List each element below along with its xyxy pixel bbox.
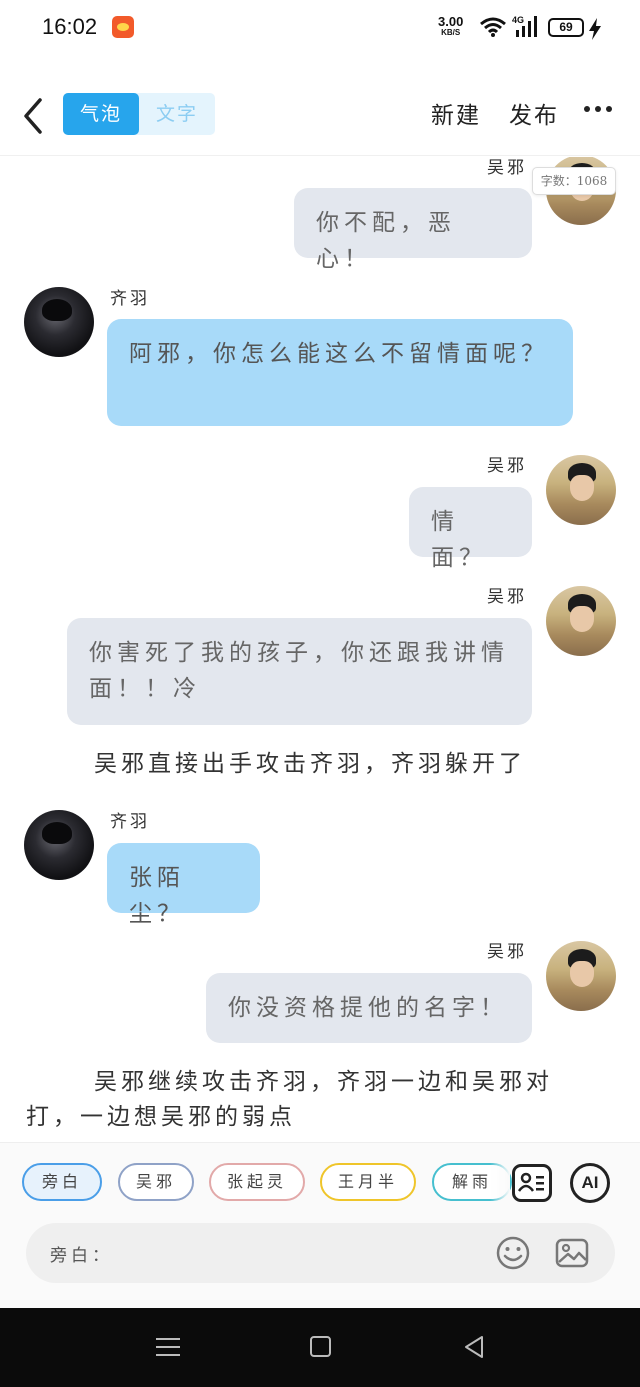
narration-text[interactable]: 吴邪继续攻击齐羽，齐羽一边和吴邪对打，一边想吴邪的弱点 [26, 1065, 586, 1135]
recent-apps-icon[interactable] [156, 1336, 180, 1358]
network-speed: 3.00 KB/S [438, 14, 464, 38]
message-input[interactable]: 旁白： [26, 1223, 615, 1283]
message-bubble[interactable]: 情面？ [409, 487, 532, 571]
message-bubble[interactable]: 阿邪，你怎么能这么不留情面呢？ [107, 319, 573, 426]
image-icon[interactable] [554, 1235, 590, 1271]
network-type: 4G [512, 15, 524, 25]
editor-header: 气泡 文字 新建 发布 [0, 78, 640, 156]
wifi-icon [480, 17, 506, 37]
role-chip-narrator[interactable]: 旁白 [22, 1163, 102, 1201]
message-bubble[interactable]: 你害死了我的孩子，你还跟我讲情面！！冷 [67, 618, 532, 725]
chat-area[interactable]: 吴邪 你不配，恶心！ 字数：1068 齐羽 阿邪，你怎么能这么不留情面呢？ 吴邪… [0, 157, 640, 1142]
home-icon[interactable] [310, 1336, 331, 1357]
signal-icon: 4G [512, 15, 537, 37]
message-bubble[interactable]: 你不配，恶心！ [294, 188, 532, 272]
back-arrow-icon[interactable] [20, 96, 48, 136]
compose-panel: 旁白 吴邪 张起灵 王月半 解雨 AI 旁白： [0, 1142, 640, 1308]
chip-scroll-fade [490, 1159, 510, 1205]
input-role-label: 旁白： [50, 1246, 113, 1266]
narration-text[interactable]: 吴邪直接出手攻击齐羽，齐羽躲开了 [94, 747, 614, 782]
emoji-icon[interactable] [495, 1235, 531, 1271]
app-notification-icon [112, 16, 134, 38]
status-time: 16:02 [42, 14, 98, 39]
avatar-wu-xie[interactable] [546, 586, 616, 656]
word-count-badge: 字数：1068 [532, 167, 616, 195]
speaker-name: 吴邪 [487, 587, 527, 607]
role-chip-zhang-qiling[interactable]: 张起灵 [209, 1163, 305, 1201]
charging-icon [589, 18, 601, 40]
new-button[interactable]: 新建 [431, 96, 481, 130]
battery-indicator: 69 [548, 18, 584, 37]
speaker-name: 齐羽 [110, 812, 150, 832]
message-bubble[interactable]: 你没资格提他的名字！ [206, 973, 532, 1043]
speaker-name: 吴邪 [487, 456, 527, 476]
network-speed-unit: KB/S [441, 28, 461, 37]
status-bar: 16:02 3.00 KB/S 4G 69 [0, 0, 640, 58]
speaker-name: 吴邪 [487, 942, 527, 962]
speaker-name: 齐羽 [110, 289, 150, 309]
ai-assistant-button[interactable]: AI [570, 1163, 610, 1203]
bubble-mode-button[interactable]: 气泡 [63, 93, 139, 135]
avatar-wu-xie[interactable] [546, 941, 616, 1011]
publish-button[interactable]: 发布 [509, 96, 559, 130]
character-list-icon[interactable] [512, 1164, 552, 1202]
more-options-icon[interactable] [584, 106, 614, 114]
role-chip-wu-xie[interactable]: 吴邪 [118, 1163, 194, 1201]
battery-level: 69 [559, 20, 573, 34]
message-bubble[interactable]: 张陌尘？ [107, 843, 260, 927]
avatar-qi-yu[interactable] [24, 810, 94, 880]
nav-back-icon[interactable] [463, 1335, 485, 1359]
speaker-name: 吴邪 [487, 158, 527, 178]
network-speed-value: 3.00 [438, 14, 464, 29]
mode-toggle: 气泡 文字 [63, 93, 215, 135]
system-nav-bar [0, 1308, 640, 1387]
text-mode-button[interactable]: 文字 [139, 93, 215, 135]
avatar-wu-xie[interactable] [546, 455, 616, 525]
role-chip-wang-yueban[interactable]: 王月半 [320, 1163, 416, 1201]
avatar-qi-yu[interactable] [24, 287, 94, 357]
